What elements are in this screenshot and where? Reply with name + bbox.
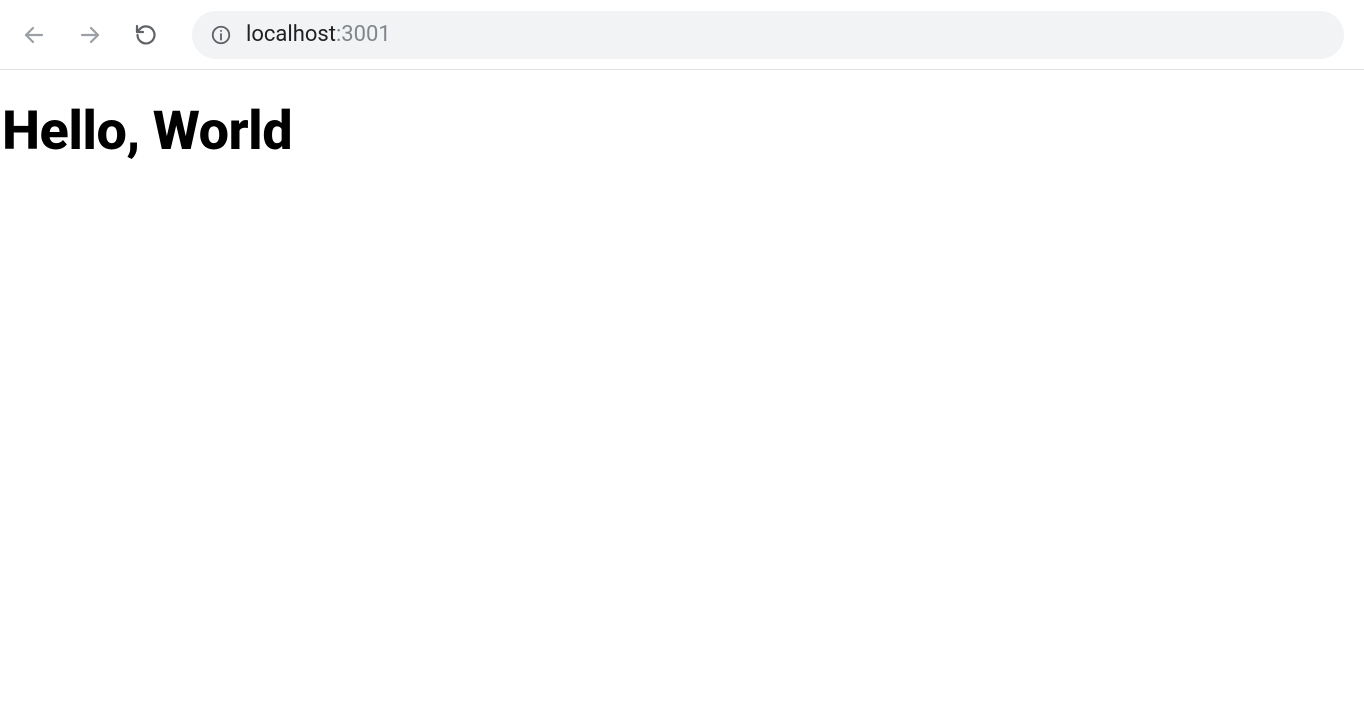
page-content: Hello, World: [0, 70, 1364, 163]
site-info-button[interactable]: [210, 24, 232, 46]
url-display[interactable]: localhost:3001: [246, 22, 391, 47]
url-port: :3001: [336, 22, 391, 47]
url-host: localhost: [246, 22, 336, 47]
forward-button[interactable]: [76, 21, 104, 49]
page-heading: Hello, World: [2, 100, 1364, 163]
nav-buttons: [20, 21, 160, 49]
address-bar[interactable]: localhost:3001: [192, 11, 1344, 59]
info-icon: [210, 24, 232, 46]
back-button[interactable]: [20, 21, 48, 49]
reload-button[interactable]: [132, 21, 160, 49]
browser-toolbar: localhost:3001: [0, 0, 1364, 70]
reload-icon: [134, 23, 158, 47]
arrow-right-icon: [78, 23, 102, 47]
arrow-left-icon: [22, 23, 46, 47]
